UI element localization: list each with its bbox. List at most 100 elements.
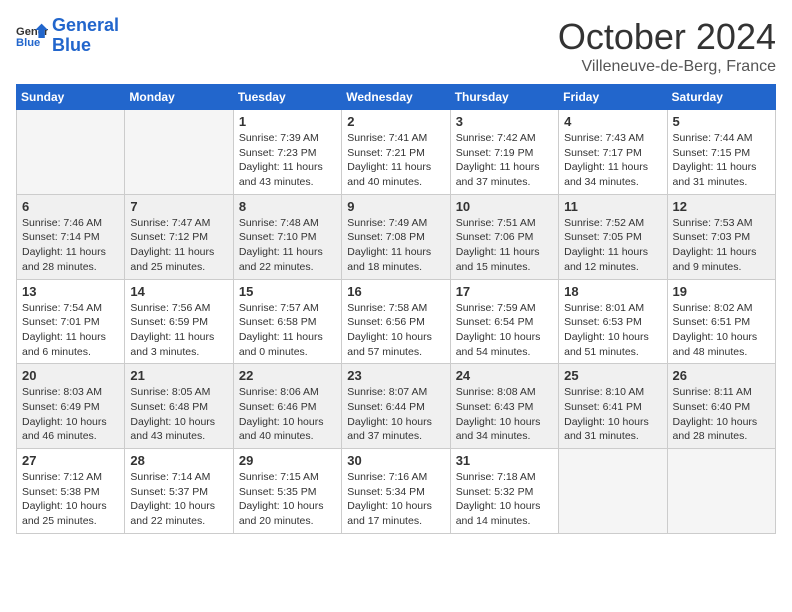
calendar-cell: 7 Sunrise: 7:47 AMSunset: 7:12 PMDaylight…: [125, 194, 233, 279]
day-number: 14: [130, 284, 227, 299]
day-number: 20: [22, 368, 119, 383]
header-monday: Monday: [125, 85, 233, 110]
calendar-table: SundayMondayTuesdayWednesdayThursdayFrid…: [16, 84, 776, 534]
day-number: 8: [239, 199, 336, 214]
day-number: 22: [239, 368, 336, 383]
calendar-cell: 17Sunrise: 7:59 AMSunset: 6:54 PMDayligh…: [450, 279, 558, 364]
day-info: Sunrise: 8:05 AMSunset: 6:48 PMDaylight:…: [130, 385, 227, 444]
header-thursday: Thursday: [450, 85, 558, 110]
calendar-cell: 8 Sunrise: 7:48 AMSunset: 7:10 PMDaylight…: [233, 194, 341, 279]
day-number: 18: [564, 284, 661, 299]
calendar-week-row: 20 Sunrise: 8:03 AMSunset: 6:49 PMDayligh…: [17, 364, 776, 449]
day-number: 4: [564, 114, 661, 129]
calendar-cell: [125, 110, 233, 195]
header-tuesday: Tuesday: [233, 85, 341, 110]
day-number: 24: [456, 368, 553, 383]
day-number: 15: [239, 284, 336, 299]
calendar-cell: 21 Sunrise: 8:05 AMSunset: 6:48 PMDayligh…: [125, 364, 233, 449]
day-number: 3: [456, 114, 553, 129]
day-info: Sunrise: 7:44 AMSunset: 7:15 PMDaylight:…: [673, 131, 770, 190]
calendar-cell: 12 Sunrise: 7:53 AMSunset: 7:03 PMDayligh…: [667, 194, 775, 279]
day-number: 27: [22, 453, 119, 468]
day-number: 7: [130, 199, 227, 214]
day-number: 26: [673, 368, 770, 383]
day-info: Sunrise: 7:16 AMSunset: 5:34 PMDaylight:…: [347, 470, 444, 529]
day-info: Sunrise: 7:58 AMSunset: 6:56 PMDaylight:…: [347, 301, 444, 360]
day-info: Sunrise: 8:06 AMSunset: 6:46 PMDaylight:…: [239, 385, 336, 444]
day-info: Sunrise: 7:48 AMSunset: 7:10 PMDaylight:…: [239, 216, 336, 275]
day-info: Sunrise: 8:10 AMSunset: 6:41 PMDaylight:…: [564, 385, 661, 444]
day-info: Sunrise: 7:43 AMSunset: 7:17 PMDaylight:…: [564, 131, 661, 190]
day-info: Sunrise: 8:11 AMSunset: 6:40 PMDaylight:…: [673, 385, 770, 444]
day-number: 29: [239, 453, 336, 468]
calendar-cell: 27Sunrise: 7:12 AMSunset: 5:38 PMDayligh…: [17, 449, 125, 534]
day-number: 13: [22, 284, 119, 299]
day-info: Sunrise: 7:39 AMSunset: 7:23 PMDaylight:…: [239, 131, 336, 190]
logo: General Blue GeneralBlue: [16, 16, 119, 56]
calendar-cell: [17, 110, 125, 195]
calendar-cell: 28Sunrise: 7:14 AMSunset: 5:37 PMDayligh…: [125, 449, 233, 534]
calendar-cell: 10 Sunrise: 7:51 AMSunset: 7:06 PMDayligh…: [450, 194, 558, 279]
day-number: 19: [673, 284, 770, 299]
day-info: Sunrise: 8:01 AMSunset: 6:53 PMDaylight:…: [564, 301, 661, 360]
day-number: 6: [22, 199, 119, 214]
calendar-cell: 16 Sunrise: 7:58 AMSunset: 6:56 PMDayligh…: [342, 279, 450, 364]
day-info: Sunrise: 7:51 AMSunset: 7:06 PMDaylight:…: [456, 216, 553, 275]
day-info: Sunrise: 7:42 AMSunset: 7:19 PMDaylight:…: [456, 131, 553, 190]
calendar-cell: 15 Sunrise: 7:57 AMSunset: 6:58 PMDayligh…: [233, 279, 341, 364]
calendar-cell: 30 Sunrise: 7:16 AMSunset: 5:34 PMDayligh…: [342, 449, 450, 534]
day-info: Sunrise: 7:18 AMSunset: 5:32 PMDaylight:…: [456, 470, 553, 529]
location-title: Villeneuve-de-Berg, France: [558, 58, 776, 76]
logo-icon: General Blue: [16, 22, 48, 50]
page-header: General Blue GeneralBlue October 2024 Vi…: [16, 16, 776, 76]
day-number: 30: [347, 453, 444, 468]
day-number: 16: [347, 284, 444, 299]
svg-text:Blue: Blue: [16, 37, 40, 49]
day-info: Sunrise: 7:49 AMSunset: 7:08 PMDaylight:…: [347, 216, 444, 275]
calendar-cell: 14Sunrise: 7:56 AMSunset: 6:59 PMDayligh…: [125, 279, 233, 364]
day-number: 5: [673, 114, 770, 129]
calendar-week-row: 1 Sunrise: 7:39 AMSunset: 7:23 PMDaylight…: [17, 110, 776, 195]
day-info: Sunrise: 7:57 AMSunset: 6:58 PMDaylight:…: [239, 301, 336, 360]
day-number: 12: [673, 199, 770, 214]
day-info: Sunrise: 8:08 AMSunset: 6:43 PMDaylight:…: [456, 385, 553, 444]
calendar-cell: 23 Sunrise: 8:07 AMSunset: 6:44 PMDayligh…: [342, 364, 450, 449]
day-info: Sunrise: 7:53 AMSunset: 7:03 PMDaylight:…: [673, 216, 770, 275]
calendar-cell: 20 Sunrise: 8:03 AMSunset: 6:49 PMDayligh…: [17, 364, 125, 449]
day-info: Sunrise: 7:54 AMSunset: 7:01 PMDaylight:…: [22, 301, 119, 360]
header-wednesday: Wednesday: [342, 85, 450, 110]
day-number: 10: [456, 199, 553, 214]
day-number: 21: [130, 368, 227, 383]
day-number: 23: [347, 368, 444, 383]
calendar-cell: 26 Sunrise: 8:11 AMSunset: 6:40 PMDayligh…: [667, 364, 775, 449]
calendar-header-row: SundayMondayTuesdayWednesdayThursdayFrid…: [17, 85, 776, 110]
calendar-cell: 13 Sunrise: 7:54 AMSunset: 7:01 PMDayligh…: [17, 279, 125, 364]
day-info: Sunrise: 8:07 AMSunset: 6:44 PMDaylight:…: [347, 385, 444, 444]
day-number: 2: [347, 114, 444, 129]
calendar-cell: 11Sunrise: 7:52 AMSunset: 7:05 PMDayligh…: [559, 194, 667, 279]
day-number: 1: [239, 114, 336, 129]
calendar-cell: 2Sunrise: 7:41 AMSunset: 7:21 PMDaylight…: [342, 110, 450, 195]
calendar-cell: 18 Sunrise: 8:01 AMSunset: 6:53 PMDayligh…: [559, 279, 667, 364]
calendar-cell: 1 Sunrise: 7:39 AMSunset: 7:23 PMDaylight…: [233, 110, 341, 195]
day-info: Sunrise: 7:15 AMSunset: 5:35 PMDaylight:…: [239, 470, 336, 529]
header-sunday: Sunday: [17, 85, 125, 110]
calendar-cell: 24 Sunrise: 8:08 AMSunset: 6:43 PMDayligh…: [450, 364, 558, 449]
day-info: Sunrise: 7:47 AMSunset: 7:12 PMDaylight:…: [130, 216, 227, 275]
calendar-week-row: 13 Sunrise: 7:54 AMSunset: 7:01 PMDayligh…: [17, 279, 776, 364]
calendar-cell: 6Sunrise: 7:46 AMSunset: 7:14 PMDaylight…: [17, 194, 125, 279]
day-info: Sunrise: 8:03 AMSunset: 6:49 PMDaylight:…: [22, 385, 119, 444]
calendar-week-row: 27Sunrise: 7:12 AMSunset: 5:38 PMDayligh…: [17, 449, 776, 534]
day-number: 11: [564, 199, 661, 214]
day-number: 17: [456, 284, 553, 299]
calendar-cell: 29 Sunrise: 7:15 AMSunset: 5:35 PMDayligh…: [233, 449, 341, 534]
calendar-week-row: 6Sunrise: 7:46 AMSunset: 7:14 PMDaylight…: [17, 194, 776, 279]
month-title: October 2024: [558, 16, 776, 58]
calendar-cell: 22 Sunrise: 8:06 AMSunset: 6:46 PMDayligh…: [233, 364, 341, 449]
header-friday: Friday: [559, 85, 667, 110]
day-number: 25: [564, 368, 661, 383]
calendar-cell: 19Sunrise: 8:02 AMSunset: 6:51 PMDayligh…: [667, 279, 775, 364]
calendar-cell: 4 Sunrise: 7:43 AMSunset: 7:17 PMDaylight…: [559, 110, 667, 195]
day-info: Sunrise: 7:14 AMSunset: 5:37 PMDaylight:…: [130, 470, 227, 529]
calendar-cell: [559, 449, 667, 534]
